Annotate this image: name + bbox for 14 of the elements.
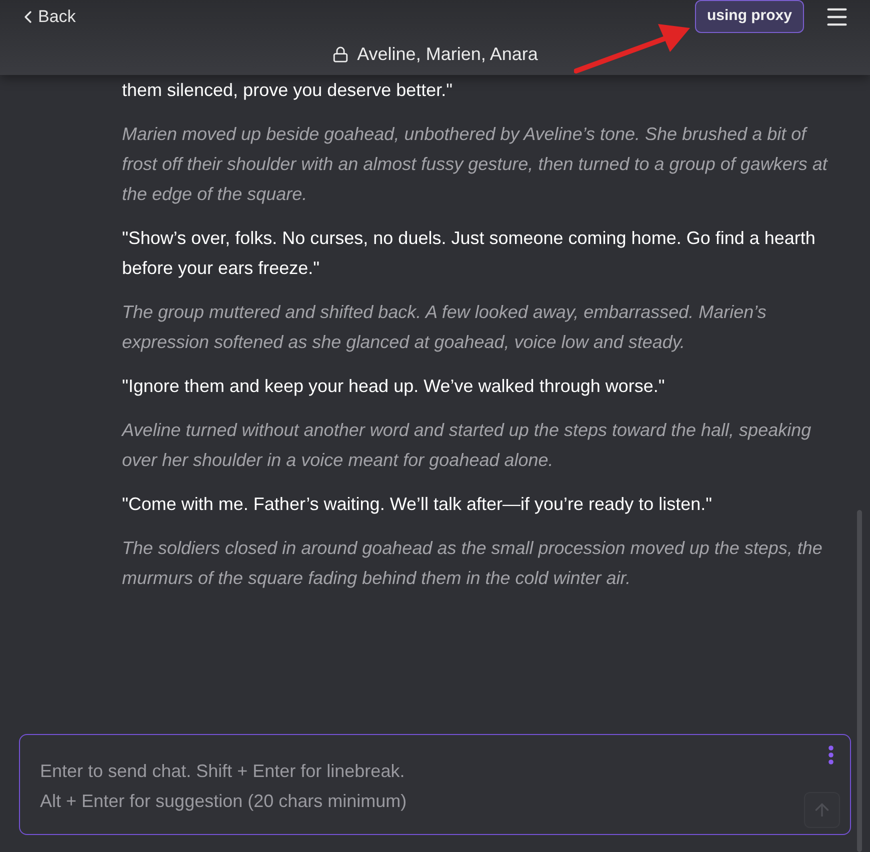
dialogue-text: "Come with me. Father’s waiting. We’ll talk after—if you’re ready to listen." — [122, 493, 714, 516]
narration-text: Aveline turned without another word and started up the steps toward the hall, speaking over her shoulder in a voice meant for goahead alone. — [122, 419, 812, 472]
dialogue-text: them silenced, prove you deserve better." — [122, 79, 454, 102]
proxy-badge: using proxy — [694, 0, 804, 33]
dialogue-text: "Show’s over, folks. No curses, no duels. Just someone coming home. Go find a hearth before your ears freeze." — [122, 227, 816, 280]
dialogue-text: "Ignore them and keep your head up. We’ve walked through worse." — [122, 375, 666, 398]
message-field[interactable]: Enter to send chat. Shift + Enter for linebreak. Alt + Enter for suggestion (20 chars minimum) — [20, 735, 850, 834]
narration-text: The group muttered and shifted back. A few looked away, embarrassed. Marien’s expression softened as she glanced at goahead, voice low and steady. — [122, 301, 768, 354]
back-button[interactable]: Back — [18, 4, 76, 30]
more-options-icon[interactable] — [828, 745, 834, 765]
narration-text: Marien moved up beside goahead, unbothered by Aveline’s tone. She brushed a bit of frost off their shoulder with an almost fussy gesture, then turned to a group of gawkers at the edge of the square. — [122, 123, 829, 206]
chat-title: Aveline, Marien, Anara — [357, 43, 538, 66]
narration-text: The soldiers closed in around goahead as the small procession moved up the steps, the murmurs of the square fading behind them in the cold winter air. — [122, 537, 824, 590]
lock-icon — [332, 46, 350, 63]
